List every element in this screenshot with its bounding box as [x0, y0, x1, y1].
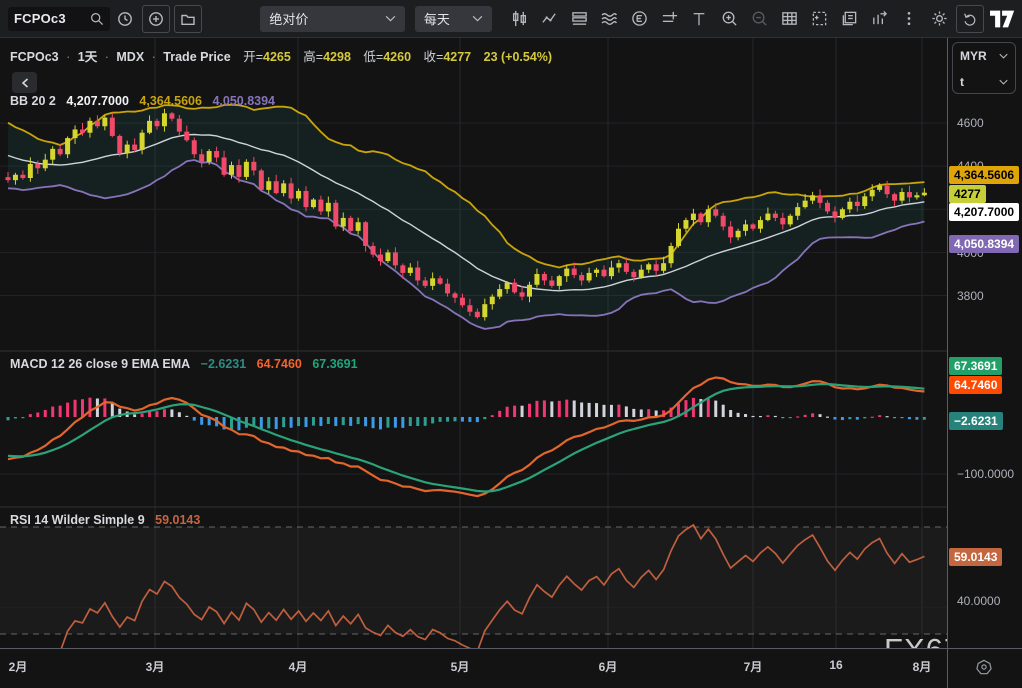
bb-legend[interactable]: BB 20 2 4,207.7000 4,364.5606 4,050.8394: [10, 94, 275, 108]
axis-badge: 67.3691: [949, 357, 1002, 375]
timezone-settings-icon[interactable]: [976, 659, 992, 680]
legend-series-type: Trade Price: [163, 50, 230, 64]
legend-symbol: FCPOc3: [10, 50, 59, 64]
legend-interval: 1天: [78, 50, 97, 64]
interval-dropdown[interactable]: 每天: [415, 6, 492, 32]
add-symbol-icon[interactable]: [142, 5, 170, 33]
axis-badge: 4,364.5606: [949, 166, 1019, 184]
chevron-down-icon: [472, 15, 483, 22]
time-axis[interactable]: 2月 3月 4月 5月 6月 7月 16 8月: [0, 648, 1022, 688]
symbol-text: FCPOc3: [14, 11, 66, 26]
tradingview-logo[interactable]: [990, 6, 1016, 32]
axis-separator: [947, 649, 948, 688]
axis-badge: 59.0143: [949, 548, 1002, 566]
more-options-icon[interactable]: [896, 6, 922, 32]
axis-badge: 64.7460: [949, 376, 1002, 394]
time-axis-label: 7月: [744, 658, 763, 675]
chart-canvas[interactable]: [0, 38, 947, 648]
chevron-down-icon: [999, 53, 1008, 59]
folder-icon[interactable]: [174, 5, 202, 33]
axis-badge: 4277: [949, 185, 986, 203]
price-change: 23 (+0.54%): [484, 50, 552, 64]
settings-gear-icon[interactable]: [926, 6, 952, 32]
chevron-down-icon: [999, 79, 1008, 85]
chevron-down-icon: [385, 15, 396, 22]
macd-signal-value: 67.3691: [312, 357, 357, 371]
time-axis-label: 6月: [599, 658, 618, 675]
ohlc-close: 收=4277: [424, 50, 472, 64]
search-icon: [90, 12, 104, 26]
layout-rows-icon[interactable]: [566, 6, 592, 32]
ohlc-low: 低=4260: [363, 50, 411, 64]
indicators-icon[interactable]: [536, 6, 562, 32]
currency-unit-selector: MYR t: [952, 42, 1016, 94]
chart-area[interactable]: FCPOc3 · 1天 · MDX · Trade Price 开=4265 高…: [0, 38, 947, 648]
legend-exchange: MDX: [116, 50, 144, 64]
time-axis-label: 3月: [146, 658, 165, 675]
price-scale-mode-dropdown[interactable]: 绝对价: [260, 6, 405, 32]
screenshot-icon[interactable]: [806, 6, 832, 32]
price-scale-axis[interactable]: MYR t 4600440040003800−100.000040.00004,…: [947, 38, 1022, 648]
macd-hist-value: −2.6231: [201, 357, 247, 371]
zoom-in-icon[interactable]: [716, 6, 742, 32]
candlestick-style-icon[interactable]: [506, 6, 532, 32]
collapse-legend-button[interactable]: [12, 72, 37, 93]
interval-value: 每天: [424, 9, 450, 28]
table-icon[interactable]: [776, 6, 802, 32]
time-axis-label: 8月: [913, 658, 932, 675]
axis-label: 3800: [957, 289, 984, 303]
trade-panel-icon[interactable]: [866, 6, 892, 32]
ohlc-high: 高=4298: [303, 50, 351, 64]
price-mode-value: 绝对价: [269, 9, 308, 28]
currency-selector[interactable]: MYR: [953, 43, 1015, 69]
economic-events-icon[interactable]: [626, 6, 652, 32]
top-toolbar: FCPOc3 绝对价 每天: [0, 0, 1022, 38]
trading-terminal: FCPOc3 绝对价 每天: [0, 0, 1022, 688]
price-pane: [0, 105, 947, 329]
text-tool-icon[interactable]: [686, 6, 712, 32]
ohlc-open: 开=4265: [243, 50, 291, 64]
rsi-pane: [0, 525, 947, 648]
axis-badge: −2.6231: [949, 412, 1003, 430]
time-axis-label: 16: [829, 658, 842, 672]
bb-lower-value: 4,050.8394: [212, 94, 275, 108]
zoom-out-icon[interactable]: [746, 6, 772, 32]
time-axis-label: 4月: [289, 658, 308, 675]
templates-icon[interactable]: [596, 6, 622, 32]
axis-badge: 4,050.8394: [949, 235, 1019, 253]
macd-line-value: 64.7460: [257, 357, 302, 371]
bb-upper-value: 4,364.5606: [139, 94, 202, 108]
alert-icon[interactable]: [656, 6, 682, 32]
macd-legend[interactable]: MACD 12 26 close 9 EMA EMA −2.6231 64.74…: [10, 357, 358, 371]
undo-icon[interactable]: [956, 5, 984, 33]
time-axis-label: 2月: [9, 658, 28, 675]
chevron-left-icon: [21, 78, 29, 88]
time-axis-label: 5月: [451, 658, 470, 675]
axis-label: −100.0000: [957, 467, 1014, 481]
axis-badge: 4,207.7000: [949, 203, 1019, 221]
macd-pane: [0, 378, 947, 497]
axis-label: 40.0000: [957, 594, 1000, 608]
rsi-value: 59.0143: [155, 513, 200, 527]
symbol-search-input[interactable]: FCPOc3: [8, 7, 110, 31]
bb-basis-value: 4,207.7000: [66, 94, 129, 108]
publish-idea-icon[interactable]: [836, 6, 862, 32]
symbol-legend[interactable]: FCPOc3 · 1天 · MDX · Trade Price 开=4265 高…: [10, 46, 552, 65]
axis-label: 4600: [957, 116, 984, 130]
recent-clock-icon[interactable]: [112, 6, 138, 32]
rsi-legend[interactable]: RSI 14 Wilder Simple 9 59.0143: [10, 513, 200, 527]
unit-selector[interactable]: t: [953, 69, 1015, 95]
